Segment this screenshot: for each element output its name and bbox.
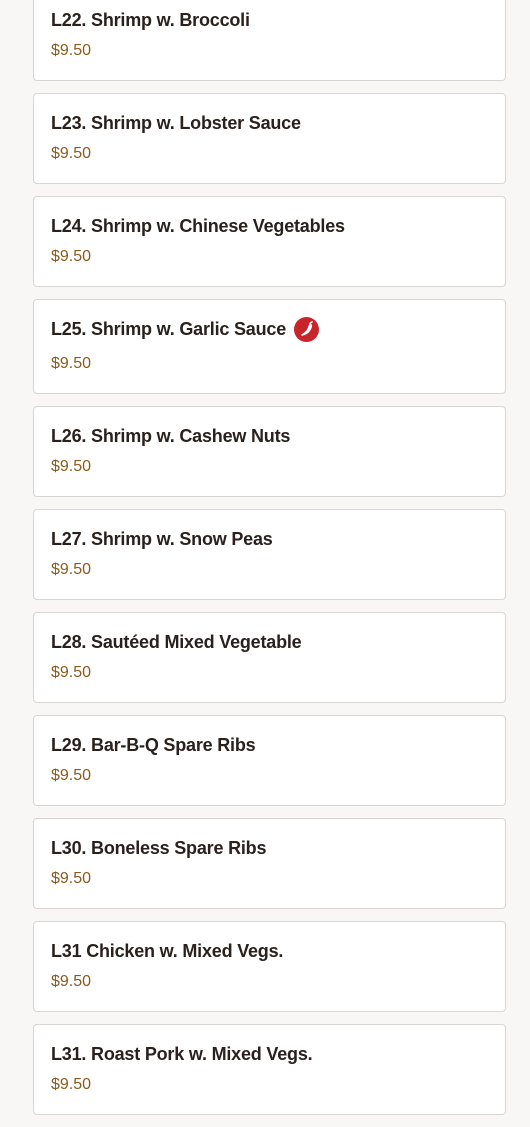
chili-pepper-glyph (301, 320, 313, 336)
menu-item-name: L29. Bar-B-Q Spare Ribs (51, 734, 256, 755)
menu-item-card[interactable]: L25. Shrimp w. Garlic Sauce $9.50 (33, 299, 506, 394)
menu-item-header: L25. Shrimp w. Garlic Sauce (51, 316, 489, 342)
menu-item-header: L22. Shrimp w. Broccoli (51, 7, 489, 33)
menu-item-price: $9.50 (51, 42, 92, 59)
menu-item-name: L23. Shrimp w. Lobster Sauce (51, 112, 301, 133)
menu-item-price: $9.50 (51, 767, 92, 784)
chili-pepper-icon (294, 316, 320, 342)
menu-item-name: L24. Shrimp w. Chinese Vegetables (51, 215, 345, 236)
menu-item-price: $9.50 (51, 1076, 92, 1093)
menu-item-price: $9.50 (51, 355, 92, 372)
menu-item-name: L30. Boneless Spare Ribs (51, 837, 267, 858)
menu-item-header: L29. Bar-B-Q Spare Ribs (51, 732, 489, 758)
menu-item-header: L31. Roast Pork w. Mixed Vegs. (51, 1041, 489, 1067)
menu-item-name: L27. Shrimp w. Snow Peas (51, 528, 273, 549)
menu-item-price: $9.50 (51, 664, 92, 681)
menu-item-card[interactable]: L29. Bar-B-Q Spare Ribs $9.50 (33, 715, 506, 806)
menu-item-list: L22. Shrimp w. Broccoli $9.50 L23. Shrim… (33, 0, 506, 1127)
menu-item-header: L28. Sautéed Mixed Vegetable (51, 629, 489, 655)
menu-item-price: $9.50 (51, 561, 92, 578)
menu-item-header: L23. Shrimp w. Lobster Sauce (51, 110, 489, 136)
menu-item-name: L22. Shrimp w. Broccoli (51, 9, 250, 30)
menu-item-name: L26. Shrimp w. Cashew Nuts (51, 425, 291, 446)
menu-item-price: $9.50 (51, 145, 92, 162)
menu-item-card[interactable]: L31 Chicken w. Mixed Vegs. $9.50 (33, 921, 506, 1012)
menu-item-card[interactable]: L27. Shrimp w. Snow Peas $9.50 (33, 509, 506, 600)
menu-item-header: L24. Shrimp w. Chinese Vegetables (51, 213, 489, 239)
menu-item-name: L25. Shrimp w. Garlic Sauce (51, 318, 287, 339)
menu-item-header: L31 Chicken w. Mixed Vegs. (51, 938, 489, 964)
menu-item-name: L28. Sautéed Mixed Vegetable (51, 631, 302, 652)
menu-item-card[interactable]: L26. Shrimp w. Cashew Nuts $9.50 (33, 406, 506, 497)
menu-item-price: $9.50 (51, 458, 92, 475)
menu-item-header: L30. Boneless Spare Ribs (51, 835, 489, 861)
menu-item-card[interactable]: L30. Boneless Spare Ribs $9.50 (33, 818, 506, 909)
menu-item-card[interactable]: L31. Roast Pork w. Mixed Vegs. $9.50 (33, 1024, 506, 1115)
menu-item-header: L26. Shrimp w. Cashew Nuts (51, 423, 489, 449)
menu-item-price: $9.50 (51, 248, 92, 265)
menu-item-card[interactable]: L23. Shrimp w. Lobster Sauce $9.50 (33, 93, 506, 184)
menu-item-card[interactable]: L28. Sautéed Mixed Vegetable $9.50 (33, 612, 506, 703)
menu-item-card[interactable]: L24. Shrimp w. Chinese Vegetables $9.50 (33, 196, 506, 287)
menu-item-header: L27. Shrimp w. Snow Peas (51, 526, 489, 552)
menu-item-card[interactable]: L22. Shrimp w. Broccoli $9.50 (33, 0, 506, 81)
menu-item-name: L31 Chicken w. Mixed Vegs. (51, 940, 284, 961)
menu-item-price: $9.50 (51, 973, 92, 990)
menu-item-price: $9.50 (51, 870, 92, 887)
menu-item-name: L31. Roast Pork w. Mixed Vegs. (51, 1043, 313, 1064)
